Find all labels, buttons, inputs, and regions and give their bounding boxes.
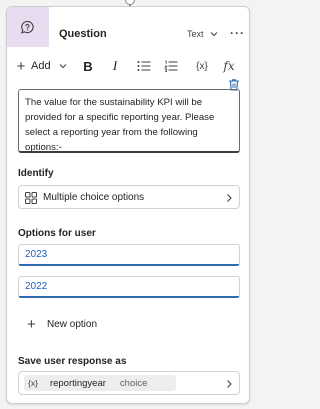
chevron-right-icon — [227, 194, 232, 202]
question-node-card[interactable]: Question Text ··· + Add B I {x} fx The v… — [6, 6, 250, 404]
bullet-list-icon[interactable] — [136, 53, 152, 79]
bold-button[interactable]: B — [81, 53, 95, 79]
question-bubble-icon — [20, 20, 34, 34]
options-label: Options for user — [18, 228, 96, 239]
variable-type: choice — [119, 377, 148, 389]
flow-connector-dot — [125, 0, 135, 5]
node-title: Question — [59, 28, 107, 40]
chevron-right-icon — [227, 380, 232, 388]
message-text-editor[interactable]: The value for the sustainability KPI wil… — [18, 89, 240, 153]
numbered-list-icon[interactable] — [163, 53, 179, 79]
option-input-2[interactable] — [18, 276, 240, 298]
save-response-label: Save user response as — [18, 356, 127, 367]
add-chevron-down-icon[interactable] — [58, 53, 68, 79]
new-option-button[interactable]: + New option — [27, 315, 98, 333]
new-option-label: New option — [47, 318, 98, 330]
save-response-select[interactable]: {x} reportingyear choice — [18, 371, 240, 395]
identify-label: Identify — [18, 168, 54, 179]
question-icon-box — [7, 7, 49, 47]
add-button[interactable]: Add — [31, 53, 57, 79]
response-type-dropdown[interactable]: Text — [187, 29, 204, 39]
option-input-1[interactable] — [18, 244, 240, 266]
formula-button[interactable]: fx — [220, 53, 238, 79]
variable-chip: {x} reportingyear choice — [24, 375, 176, 391]
plus-icon: + — [27, 315, 36, 333]
italic-button[interactable]: I — [108, 53, 122, 79]
identify-select[interactable]: Multiple choice options — [18, 185, 240, 209]
variable-name: reportingyear — [49, 377, 106, 389]
identify-value: Multiple choice options — [43, 192, 145, 203]
variable-icon: {x} — [28, 378, 38, 388]
insert-variable-button[interactable]: {x} — [191, 53, 213, 79]
chevron-down-icon[interactable] — [209, 29, 219, 39]
plus-icon[interactable]: + — [15, 53, 27, 79]
more-options-button[interactable]: ··· — [230, 26, 245, 40]
message-toolbar: + Add B I {x} fx — [7, 53, 249, 79]
node-header: Question Text ··· — [7, 7, 249, 47]
choice-grid-icon — [25, 192, 37, 204]
